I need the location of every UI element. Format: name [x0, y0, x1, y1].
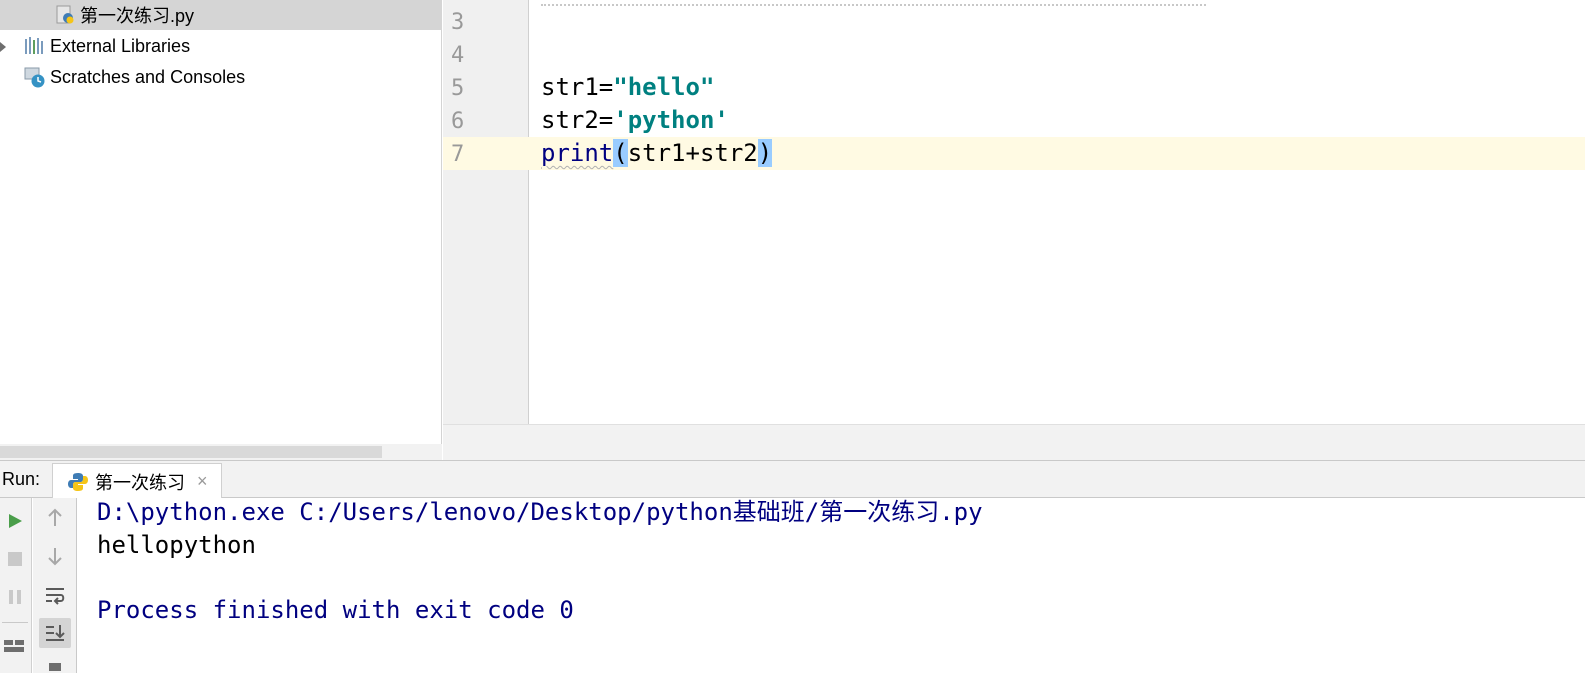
project-panel: 第一次练习.py External Libraries Scratches an…	[0, 0, 442, 460]
separator	[2, 622, 28, 623]
tree-item-label: 第一次练习.py	[80, 6, 195, 26]
horizontal-scrollbar[interactable]	[0, 444, 442, 460]
run-console[interactable]: D:\python.exe C:/Users/lenovo/Desktop/py…	[78, 498, 1585, 673]
editor-footer	[443, 424, 1585, 460]
layout-icon[interactable]	[2, 634, 26, 656]
code-token: str2	[541, 106, 599, 134]
line-number: 5	[451, 76, 465, 101]
expand-arrow-icon[interactable]	[0, 42, 6, 52]
console-output: hellopython	[97, 531, 256, 559]
code-token: =	[598, 73, 614, 101]
line-number: 3	[451, 10, 465, 35]
scroll-to-end-icon[interactable]	[39, 618, 71, 648]
code-token: str1	[541, 73, 599, 101]
run-panel-header: Run: 第一次练习 ×	[0, 460, 1585, 499]
soft-wrap-icon[interactable]	[43, 584, 67, 608]
close-icon[interactable]: ×	[197, 471, 208, 492]
code-line-7[interactable]: print(str1+str2)	[541, 137, 773, 170]
inspection-squiggle	[541, 0, 1206, 6]
tree-item-external-libraries[interactable]: External Libraries	[0, 31, 442, 61]
console-exit-message: Process finished with exit code 0	[97, 596, 574, 624]
print-icon[interactable]	[47, 658, 63, 672]
run-icon[interactable]	[4, 510, 26, 532]
tree-item-label: External Libraries	[50, 35, 191, 56]
code-editor[interactable]: 3 4 5 6 7 str1="hello" str2='python' pri…	[443, 0, 1585, 460]
scratches-icon	[24, 66, 46, 88]
arrow-down-icon[interactable]	[43, 544, 67, 568]
python-icon	[67, 472, 89, 492]
code-string: "hello"	[613, 73, 715, 101]
code-line-6[interactable]: str2='python'	[541, 104, 729, 137]
line-number: 7	[451, 142, 465, 167]
line-number: 4	[451, 43, 465, 68]
python-file-icon	[56, 5, 76, 25]
console-tools-bar	[33, 498, 77, 673]
code-token: =	[598, 106, 614, 134]
brace-open: (	[613, 139, 628, 167]
tree-item-label: Scratches and Consoles	[50, 66, 246, 87]
tree-item-file[interactable]: 第一次练习.py	[0, 0, 442, 30]
brace-close: )	[757, 139, 773, 167]
arrow-up-icon[interactable]	[43, 506, 67, 530]
run-tab-title: 第一次练习	[95, 472, 185, 493]
run-label: Run:	[2, 469, 41, 489]
code-string: 'python'	[613, 106, 729, 134]
console-command: D:\python.exe C:/Users/lenovo/Desktop/py…	[97, 498, 983, 526]
libraries-icon	[24, 36, 46, 56]
pause-icon[interactable]	[4, 586, 26, 608]
code-line-5[interactable]: str1="hello"	[541, 71, 714, 104]
code-token: str1+str2	[627, 139, 758, 167]
code-builtin: print	[541, 139, 614, 167]
line-number: 6	[451, 109, 465, 134]
run-tab[interactable]: 第一次练习 ×	[52, 463, 222, 499]
scrollbar-thumb[interactable]	[0, 446, 382, 458]
tree-item-scratches[interactable]: Scratches and Consoles	[0, 62, 442, 92]
stop-icon[interactable]	[4, 548, 26, 570]
run-controls-bar	[0, 498, 32, 673]
